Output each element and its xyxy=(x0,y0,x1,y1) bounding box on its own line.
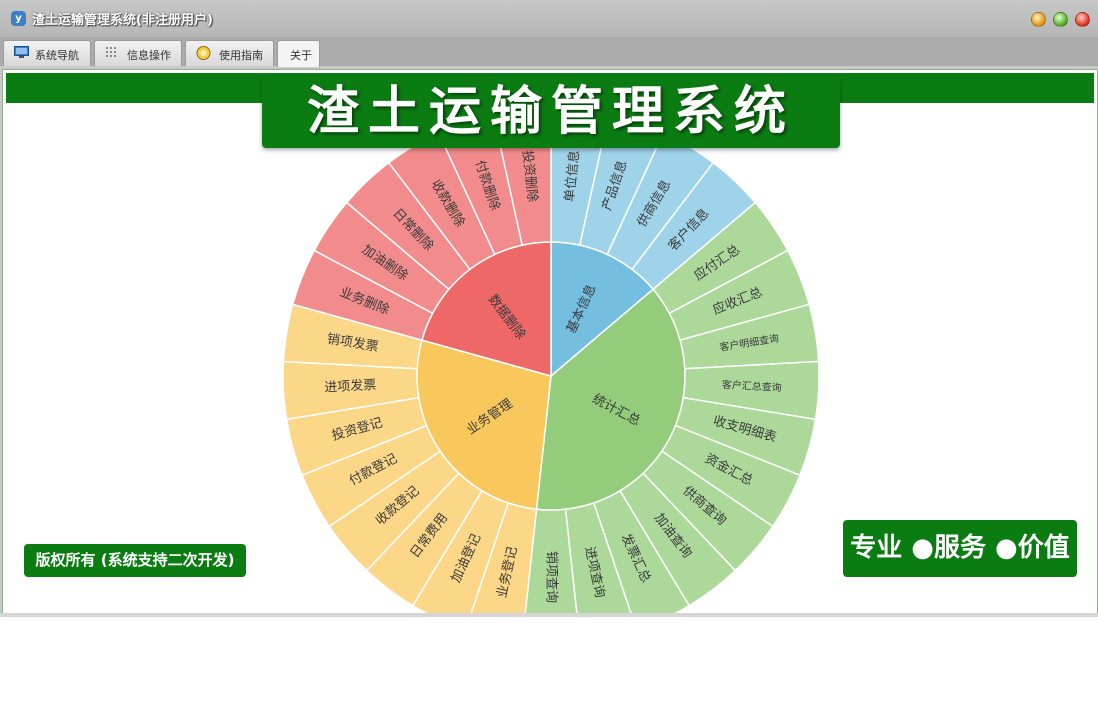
grid-icon xyxy=(105,46,120,59)
title-bar[interactable]: y 渣土运输管理系统(非注册用户) xyxy=(0,0,1098,37)
tab-label: 关于 xyxy=(290,49,312,62)
app-window: y 渣土运输管理系统(非注册用户) 系统导航 信息操作 使用指南 关于 单位信息… xyxy=(0,0,1098,617)
banner-title: 渣土运输管理系统 xyxy=(262,76,840,148)
tab-label: 系统导航 xyxy=(35,49,79,62)
copyright-label: 版权所有 (系统支持二次开发) xyxy=(24,544,246,577)
sunburst-item-label: 销项查询 xyxy=(545,551,560,603)
status-strip xyxy=(0,613,1098,617)
tab-user-guide[interactable]: 使用指南 xyxy=(185,40,274,66)
maximize-button[interactable] xyxy=(1053,12,1068,27)
tab-label: 使用指南 xyxy=(219,49,263,62)
minimize-button[interactable] xyxy=(1031,12,1046,27)
tab-info-operation[interactable]: 信息操作 xyxy=(94,40,182,66)
help-icon xyxy=(196,46,211,60)
close-button[interactable] xyxy=(1075,12,1090,27)
tab-label: 信息操作 xyxy=(127,49,171,62)
tab-system-nav[interactable]: 系统导航 xyxy=(3,40,91,66)
monitor-icon xyxy=(14,46,29,59)
tab-about[interactable]: 关于 xyxy=(277,40,320,67)
about-panel: 单位信息 产品信息 供商信息 客户信息 基本信息 应付汇总 应收汇总 客户明细查询 客户汇总查询… xyxy=(2,69,1098,615)
slogan-label: 专业 ●服务 ●价值 xyxy=(843,520,1077,577)
app-logo-icon: y xyxy=(11,11,26,26)
sunburst-item-label: 进项发票 xyxy=(324,377,377,395)
window-title: 渣土运输管理系统(非注册用户) xyxy=(32,13,213,28)
tab-bar: 系统导航 信息操作 使用指南 关于 xyxy=(0,37,1098,67)
